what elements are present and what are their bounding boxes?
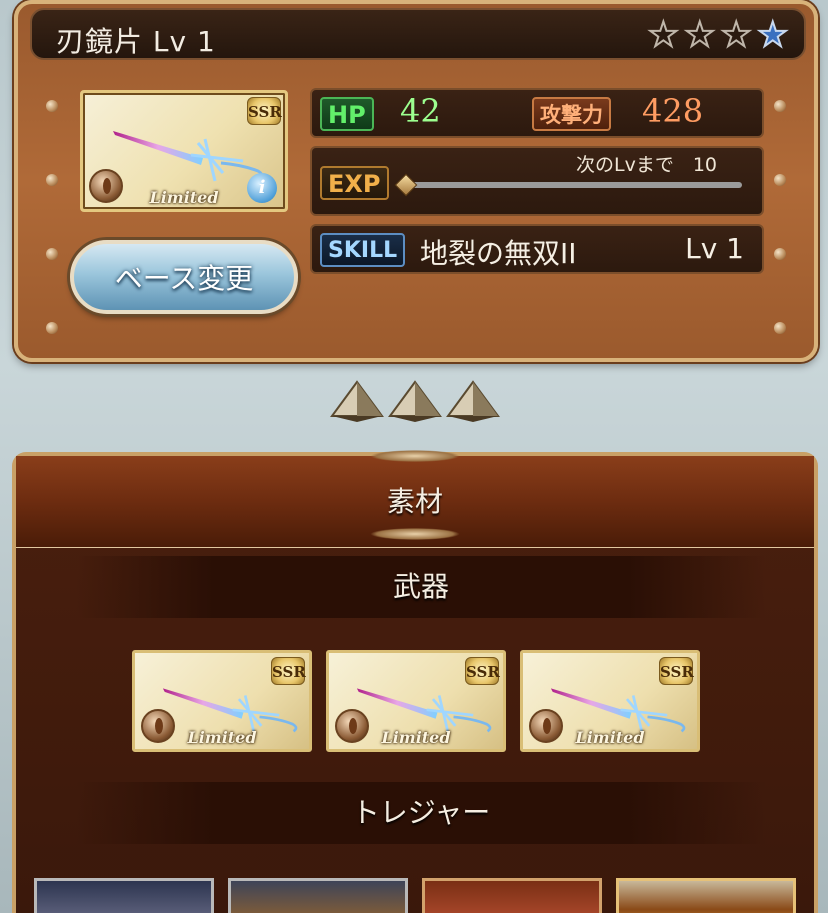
ornament-icon <box>370 450 460 462</box>
materials-title: 素材 <box>386 485 443 518</box>
ssr-badge: SSR <box>247 97 282 125</box>
pyramid-icon <box>446 380 500 422</box>
materials-panel: 素材 武器 SSR Limited SSR Limited SSR Limite… <box>12 450 818 913</box>
weapon-thumbnail[interactable]: SSR Limited i <box>80 90 288 212</box>
weapon-title-bar: 刃鏡片 Lv 1 ★ ★ ★ ★ <box>30 8 806 60</box>
exp-row: EXP 次のLvまで 10 <box>310 146 764 216</box>
rivet-icon <box>46 100 58 112</box>
ssr-badge: SSR <box>271 657 306 685</box>
hp-label: HP <box>320 97 374 131</box>
ssr-badge: SSR <box>659 657 694 685</box>
material-weapon-card[interactable]: SSR Limited <box>520 650 700 752</box>
weapon-title: 刃鏡片 Lv 1 <box>56 25 216 58</box>
treasure-heading: トレジャー <box>76 782 766 844</box>
weapon-info-panel: 刃鏡片 Lv 1 ★ ★ ★ ★ SSR Limited i ベース変更 HP … <box>14 0 818 362</box>
hp-value: 42 <box>400 92 441 130</box>
exp-label: EXP <box>320 166 389 200</box>
star-empty-icon: ★ <box>684 15 717 55</box>
materials-header: 素材 <box>16 450 814 548</box>
change-base-button[interactable]: ベース変更 <box>70 240 298 314</box>
atk-value: 428 <box>642 92 704 130</box>
material-weapon-card[interactable]: SSR Limited <box>132 650 312 752</box>
material-weapon-card[interactable]: SSR Limited <box>326 650 506 752</box>
exp-knob-icon <box>394 173 418 197</box>
star-filled-icon: ★ <box>756 15 789 55</box>
skill-label: SKILL <box>320 233 406 267</box>
treasure-item[interactable] <box>616 878 796 913</box>
weapons-heading: 武器 <box>76 556 766 618</box>
atk-label: 攻撃力 <box>532 97 611 131</box>
info-icon[interactable]: i <box>247 173 277 203</box>
rivet-icon <box>46 174 58 186</box>
limited-label: Limited <box>381 728 451 747</box>
limited-label: Limited <box>187 728 257 747</box>
limited-label: Limited <box>575 728 645 747</box>
rarity-stars: ★ ★ ★ ★ <box>647 15 789 55</box>
pyramid-icon <box>388 380 442 422</box>
star-empty-icon: ★ <box>720 15 753 55</box>
rivet-icon <box>774 100 786 112</box>
skill-row[interactable]: SKILL 地裂の無双II Lv 1 <box>310 224 764 274</box>
treasure-item[interactable] <box>228 878 408 913</box>
star-empty-icon: ★ <box>647 15 680 55</box>
treasure-item[interactable] <box>34 878 214 913</box>
treasure-item[interactable] <box>422 878 602 913</box>
skill-name: 地裂の無双II <box>420 237 577 270</box>
rivet-icon <box>46 248 58 260</box>
ornament-icon <box>370 528 460 540</box>
rivet-icon <box>46 322 58 334</box>
hp-atk-row: HP 42 攻撃力 428 <box>310 88 764 138</box>
exp-next-text: 次のLvまで 10 <box>576 154 718 176</box>
rivet-icon <box>774 174 786 186</box>
rivet-icon <box>774 322 786 334</box>
exp-bar <box>408 182 742 188</box>
ssr-badge: SSR <box>465 657 500 685</box>
uncap-indicators <box>330 380 500 422</box>
rivet-icon <box>774 248 786 260</box>
pyramid-icon <box>330 380 384 422</box>
skill-level: Lv 1 <box>685 232 744 265</box>
